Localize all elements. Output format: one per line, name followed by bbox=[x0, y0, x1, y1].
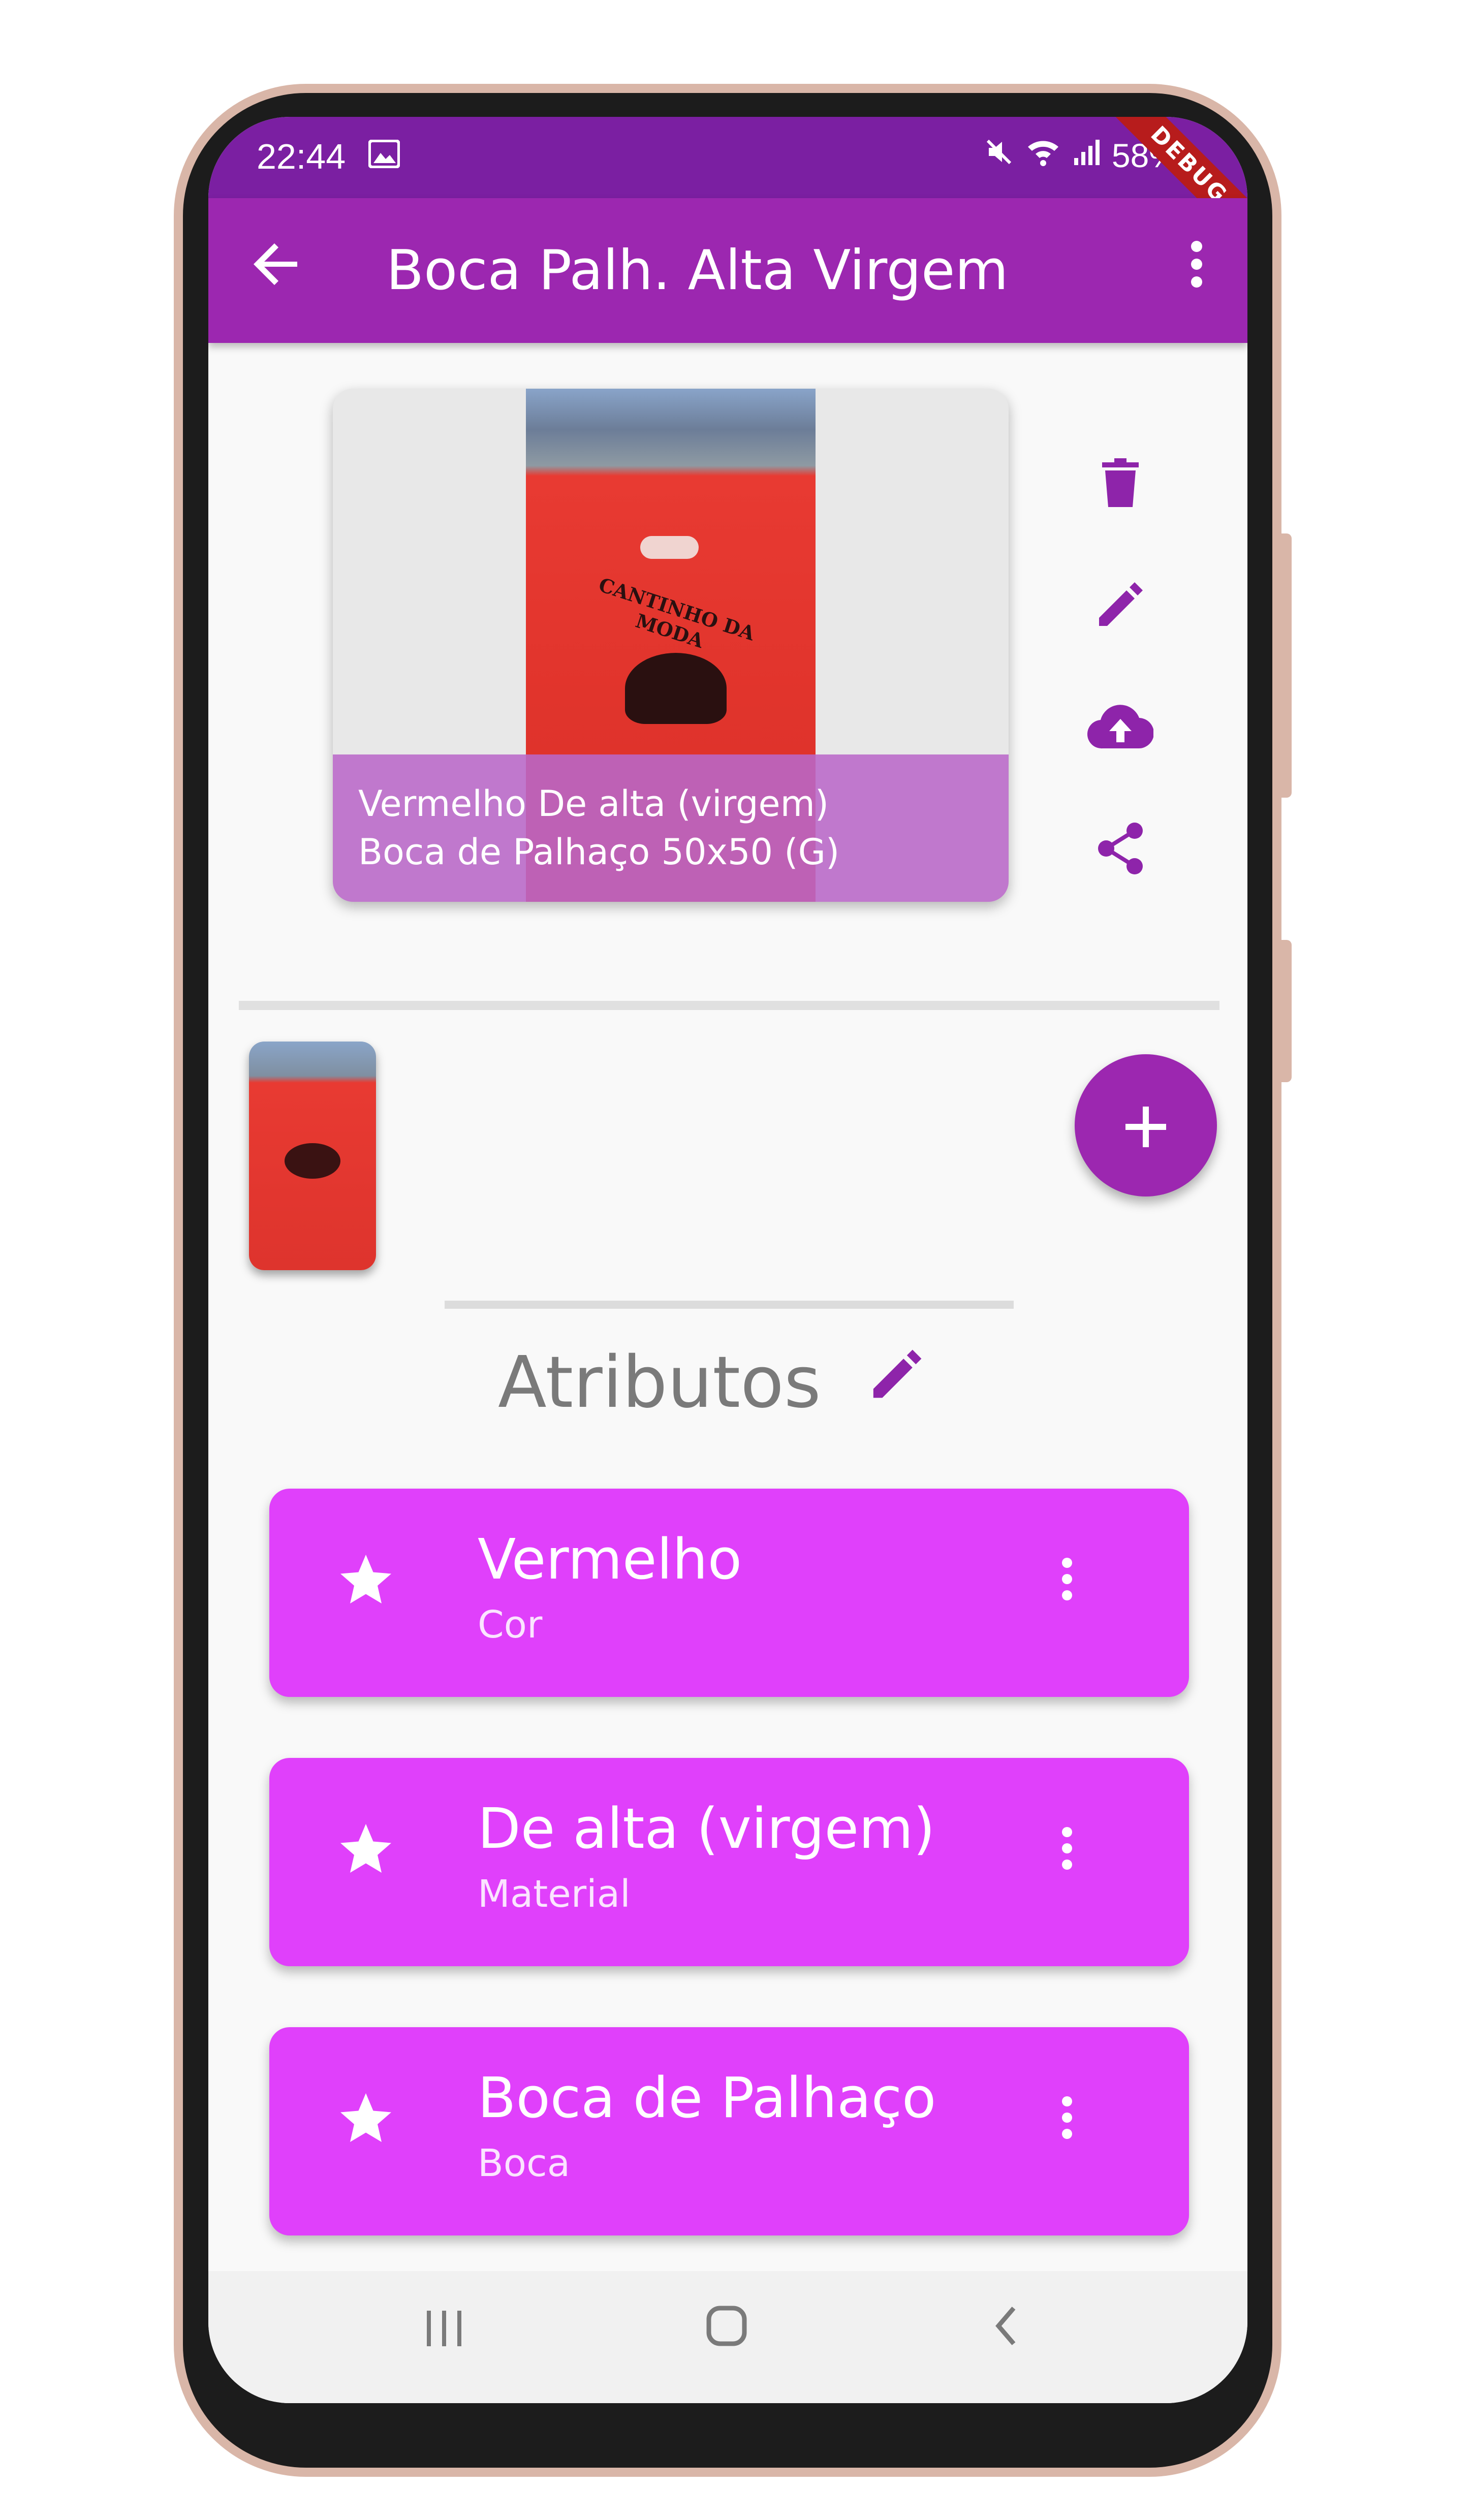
star-icon bbox=[335, 1816, 396, 1903]
recent-apps-icon[interactable] bbox=[422, 2296, 467, 2368]
wifi-icon bbox=[1025, 136, 1061, 175]
attribute-options-icon[interactable] bbox=[1057, 1547, 1077, 1633]
app-screen: 22:44 58% DEBUG Boca Palh. Alta Virgem C… bbox=[208, 117, 1247, 2403]
star-icon bbox=[335, 2086, 396, 2172]
bag-logo-figure bbox=[625, 653, 727, 724]
caption-line-2: Boca de Palhaço 50x50 (G) bbox=[358, 831, 840, 873]
thumbnail-logo bbox=[285, 1143, 340, 1179]
more-options-icon[interactable] bbox=[1181, 234, 1212, 311]
back-arrow-icon[interactable] bbox=[246, 234, 307, 311]
system-navigation-bar bbox=[208, 2271, 1247, 2403]
attribute-options-icon[interactable] bbox=[1057, 1816, 1077, 1903]
attribute-card[interactable]: De alta (virgem) Material bbox=[269, 1758, 1189, 1966]
attribute-value: Boca de Palhaço bbox=[478, 2065, 936, 2130]
attribute-card[interactable]: Vermelho Cor bbox=[269, 1489, 1189, 1697]
attribute-label: Cor bbox=[478, 1603, 543, 1647]
edit-button[interactable] bbox=[1080, 544, 1161, 666]
mute-icon bbox=[984, 136, 1014, 175]
volume-button bbox=[1280, 533, 1292, 798]
attribute-card[interactable]: Boca de Palhaço Boca bbox=[269, 2027, 1189, 2235]
share-icon bbox=[1098, 823, 1143, 874]
image-actions bbox=[1080, 422, 1161, 909]
app-bar: Boca Palh. Alta Virgem bbox=[208, 198, 1247, 343]
image-thumbnail[interactable] bbox=[249, 1042, 376, 1270]
status-bar: 22:44 58% DEBUG bbox=[208, 117, 1247, 254]
delete-button[interactable] bbox=[1080, 422, 1161, 544]
caption-line-1: Vermelho De alta (virgem) bbox=[358, 783, 829, 825]
attribute-label: Material bbox=[478, 1872, 631, 1916]
trash-icon bbox=[1102, 458, 1139, 507]
power-button bbox=[1280, 940, 1292, 1082]
back-nav-icon[interactable] bbox=[986, 2296, 1026, 2368]
star-icon bbox=[335, 1547, 396, 1633]
page-title: Boca Palh. Alta Virgem bbox=[386, 239, 1009, 302]
divider bbox=[445, 1301, 1014, 1309]
image-caption: Vermelho De alta (virgem) Boca de Palhaç… bbox=[333, 754, 1009, 902]
signal-icon bbox=[1072, 136, 1101, 175]
cloud-upload-icon bbox=[1087, 705, 1153, 749]
attribute-value: De alta (virgem) bbox=[478, 1796, 935, 1861]
status-time: 22:44 bbox=[257, 137, 346, 176]
bag-handle bbox=[640, 536, 699, 559]
attribute-options-icon[interactable] bbox=[1057, 2086, 1077, 2172]
gallery-notification-icon bbox=[368, 139, 400, 170]
pencil-icon bbox=[1099, 582, 1143, 626]
upload-button[interactable] bbox=[1080, 666, 1161, 788]
edit-attributes-button[interactable] bbox=[869, 1346, 925, 1404]
pencil-icon bbox=[873, 1349, 922, 1398]
divider bbox=[239, 1001, 1219, 1010]
attribute-value: Vermelho bbox=[478, 1527, 742, 1592]
plus-icon bbox=[1125, 1107, 1166, 1148]
home-icon[interactable] bbox=[701, 2296, 752, 2368]
attribute-label: Boca bbox=[478, 2141, 571, 2185]
attributes-title: Atributos bbox=[498, 1341, 821, 1424]
share-button[interactable] bbox=[1080, 788, 1161, 909]
product-image-card[interactable]: CANTINHO DA MODA Vermelho De alta (virge… bbox=[333, 389, 1009, 902]
add-image-button[interactable] bbox=[1075, 1054, 1217, 1196]
